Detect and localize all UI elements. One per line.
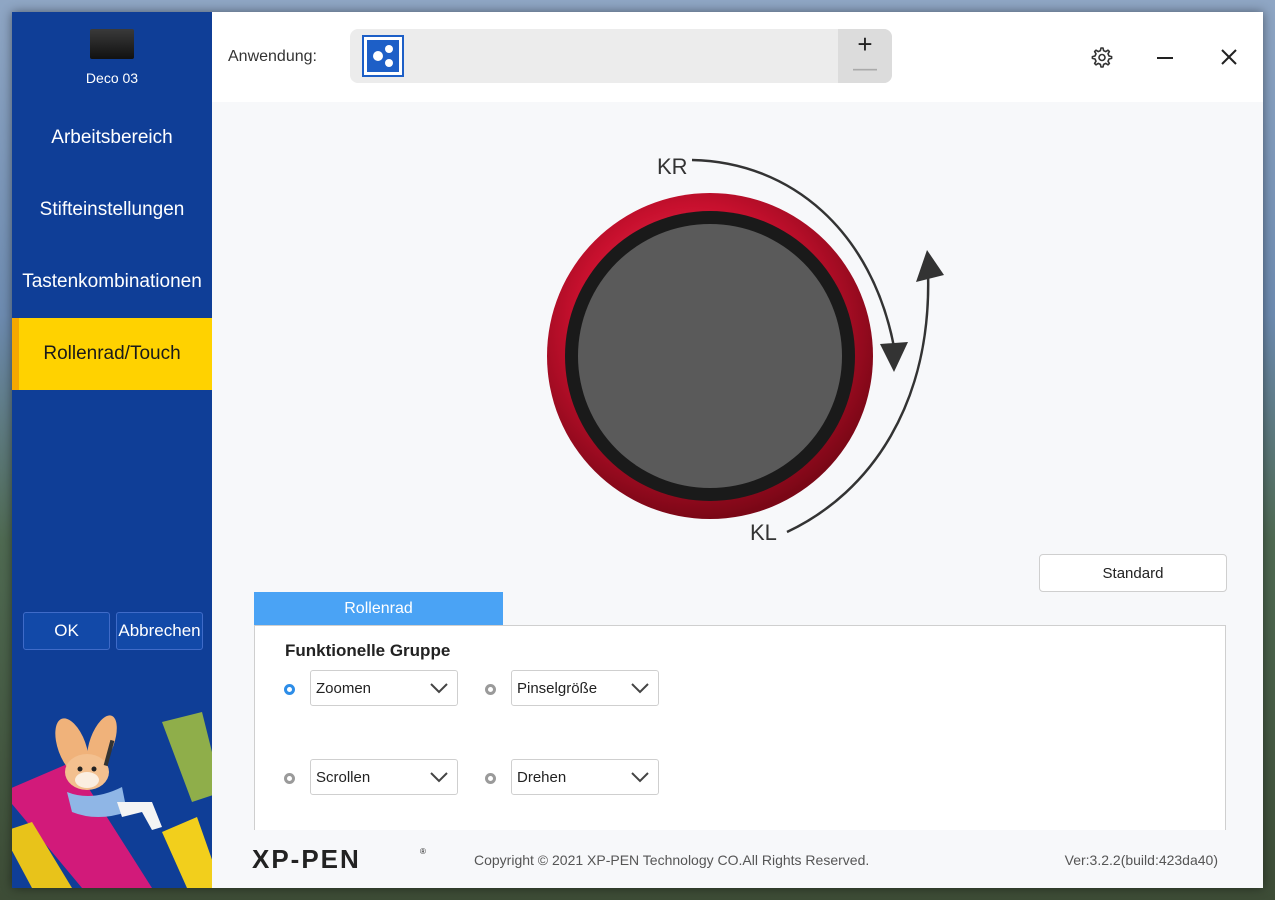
main-content: KR KL Standard Rollenrad Funktionelle Gr… [212,102,1263,888]
tab-rollenrad[interactable]: Rollenrad [254,592,503,625]
select-drehen[interactable]: Drehen [511,759,659,795]
roller-wheel-diagram: KR KL [547,154,944,545]
radio-pinselgroesse[interactable] [485,684,496,695]
select-zoomen[interactable]: Zoomen [310,670,458,706]
remove-application-button[interactable]: — [838,57,892,81]
radio-drehen[interactable] [485,773,496,784]
application-bar: + — [350,29,892,83]
sidebar-item-label: Rollenrad/Touch [43,343,181,364]
app-add-remove-control: + — [838,29,892,83]
sidebar-item-label: Stifteinstellungen [39,199,185,220]
gear-icon[interactable] [1088,44,1114,70]
sidebar-item-rollenrad-touch[interactable]: Rollenrad/Touch [12,318,212,390]
select-value: Drehen [517,769,567,786]
all-apps-icon[interactable] [362,35,404,77]
ok-button[interactable]: OK [23,612,110,650]
tablet-icon [90,29,134,59]
standard-button[interactable]: Standard [1039,554,1227,592]
select-value: Pinselgröße [517,680,598,697]
mascot-illustration [12,652,212,888]
top-bar: Anwendung: + — [212,12,1263,102]
chevron-down-icon [631,683,649,694]
radio-scrollen[interactable] [284,773,295,784]
copyright-text: Copyright © 2021 XP-PEN Technology CO.Al… [474,852,870,868]
xp-pen-logo: XP-PEN ® [252,846,426,872]
chevron-down-icon [430,772,448,783]
device-name: Deco 03 [85,70,139,86]
sidebar-item-arbeitsbereich[interactable]: Arbeitsbereich [12,102,212,174]
close-icon[interactable] [1216,44,1242,70]
device-header: Deco 03 [12,12,212,102]
footer: XP-PEN ® Copyright © 2021 XP-PEN Technol… [212,830,1263,888]
sidebar: Deco 03 Arbeitsbereich Stifteinstellunge… [12,12,212,888]
clockwise-label: KR [657,154,688,179]
sidebar-item-tastenkombinationen[interactable]: Tastenkombinationen [12,246,212,318]
radio-zoomen[interactable] [284,684,295,695]
sidebar-item-label: Arbeitsbereich [51,127,173,148]
add-application-button[interactable]: + [838,31,892,57]
sidebar-item-label: Tastenkombinationen [22,271,202,292]
select-value: Scrollen [316,769,371,786]
driver-window: Deco 03 Arbeitsbereich Stifteinstellunge… [12,12,1263,888]
svg-text:XP-PEN: XP-PEN [252,846,361,872]
cancel-button[interactable]: Abbrechen [116,612,203,650]
chevron-down-icon [430,683,448,694]
select-pinselgroesse[interactable]: Pinselgröße [511,670,659,706]
wheel-center [578,224,842,488]
select-value: Zoomen [316,680,372,697]
group-title: Funktionelle Gruppe [285,641,451,660]
minimize-icon[interactable] [1152,44,1178,70]
sidebar-item-stifteinstellungen[interactable]: Stifteinstellungen [12,174,212,246]
counterclockwise-label: KL [750,520,777,545]
select-scrollen[interactable]: Scrollen [310,759,458,795]
chevron-down-icon [631,772,649,783]
application-label: Anwendung: [228,48,317,65]
version-text: Ver:3.2.2(build:423da40) [1064,852,1218,868]
svg-text:®: ® [420,847,426,856]
function-group-panel: Funktionelle Gruppe Zoomen Pinselgröße S… [254,625,1226,836]
